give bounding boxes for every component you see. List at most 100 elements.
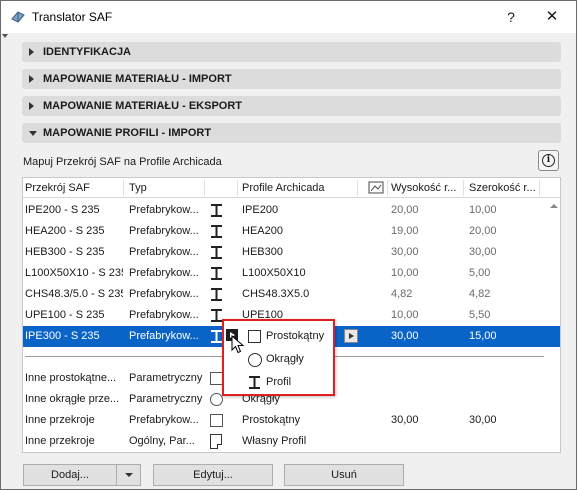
table-row[interactable]: IPE200 - S 235 Prefabrykow... IPE200 20,… <box>23 200 560 221</box>
cell-type: Prefabrykow... <box>129 288 199 300</box>
section-label: MAPOWANIE PROFILI - IMPORT <box>43 127 212 139</box>
cell-type: Prefabrykow... <box>129 204 199 216</box>
i-beam-profile-icon <box>211 204 222 217</box>
cell-saf: Inne przekroje <box>25 414 95 426</box>
info-button[interactable]: i <box>538 150 559 171</box>
chevron-right-icon <box>29 75 34 83</box>
section-material-import[interactable]: MAPOWANIE MATERIAŁU - IMPORT <box>22 69 561 89</box>
column-header-saf[interactable]: Przekrój SAF <box>25 182 90 194</box>
i-beam-profile-icon <box>211 246 222 259</box>
column-separator <box>357 180 358 196</box>
profile-picker-arrow-button[interactable] <box>344 329 358 343</box>
cell-width: 5,00 <box>469 267 491 279</box>
column-header-width[interactable]: Szerokość r... <box>469 182 536 194</box>
popup-item-label: Okrągły <box>266 353 304 365</box>
column-separator <box>237 180 238 196</box>
cell-saf: CHS48.3/5.0 - S 235 <box>25 288 123 300</box>
cell-height: 4,82 <box>391 288 413 300</box>
profile-mapping-table: Przekrój SAF Typ Profile Archicada Wysok… <box>22 177 561 453</box>
section-label: MAPOWANIE MATERIAŁU - IMPORT <box>43 73 232 85</box>
cell-width: 10,00 <box>469 204 497 216</box>
column-header-type[interactable]: Typ <box>129 182 147 194</box>
cell-type: Parametryczny <box>129 372 203 384</box>
cell-type: Ogólny, Par... <box>129 435 195 447</box>
table-row[interactable]: CHS48.3/5.0 - S 235 Prefabrykow... CHS48… <box>23 284 560 305</box>
cell-width: 30,00 <box>469 246 497 258</box>
rectangle-profile-icon <box>210 414 223 427</box>
cell-archicad: L100X50X10 <box>242 267 306 279</box>
i-beam-profile-icon <box>211 288 222 301</box>
column-separator <box>123 180 124 196</box>
section-identyfikacja[interactable]: IDENTYFIKACJA <box>22 42 561 62</box>
cell-height: 30,00 <box>391 330 419 342</box>
remove-button[interactable]: Usuń <box>284 464 404 486</box>
table-row[interactable]: Inne przekroje Prefabrykow... Prostokątn… <box>23 410 560 431</box>
cell-type: Prefabrykow... <box>129 309 199 321</box>
chevron-down-icon <box>125 473 133 477</box>
cell-type: Parametryczny <box>129 393 203 405</box>
table-row[interactable]: HEA200 - S 235 Prefabrykow... HEA200 19,… <box>23 221 560 242</box>
cell-width: 4,82 <box>469 288 491 300</box>
table-row[interactable]: HEB300 - S 235 Prefabrykow... HEB300 30,… <box>23 242 560 263</box>
column-separator <box>539 180 540 196</box>
square-icon <box>248 330 261 343</box>
cell-archicad: Prostokątny <box>242 414 301 426</box>
cell-saf: UPE100 - S 235 <box>25 309 105 321</box>
profile-mapping-subtitle: Mapuj Przekrój SAF na Profile Archicada <box>23 156 222 168</box>
section-profile-import[interactable]: MAPOWANIE PROFILI - IMPORT <box>22 123 561 143</box>
cell-archicad: CHS48.3X5.0 <box>242 288 310 300</box>
cell-width: 15,00 <box>469 330 497 342</box>
popup-item-label: Prostokątny <box>266 330 325 342</box>
cell-height: 20,00 <box>391 204 419 216</box>
translator-app-icon <box>11 11 25 23</box>
cell-saf: Inne przekroje <box>25 435 95 447</box>
profile-library-icon[interactable] <box>368 181 384 194</box>
popup-item-label: Profil <box>266 376 292 388</box>
custom-profile-icon <box>210 434 222 449</box>
cell-type: Prefabrykow... <box>129 225 199 237</box>
table-row[interactable]: Inne przekroje Ogólny, Par... Własny Pro… <box>23 431 560 452</box>
chevron-down-icon <box>29 131 37 136</box>
cell-height: 19,00 <box>391 225 419 237</box>
column-header-archicad[interactable]: Profile Archicada <box>242 182 325 194</box>
popup-item-profile[interactable]: Profil <box>224 372 333 393</box>
cell-height: 10,00 <box>391 309 419 321</box>
close-button[interactable]: ✕ <box>534 5 570 29</box>
add-button[interactable]: Dodaj... <box>23 464 117 486</box>
cell-height: 30,00 <box>391 414 419 426</box>
column-separator <box>204 180 205 196</box>
cell-type: Prefabrykow... <box>129 246 199 258</box>
cell-width: 20,00 <box>469 225 497 237</box>
cell-saf: L100X50X10 - S 235 <box>25 267 123 279</box>
cell-archicad: HEB300 <box>242 246 283 258</box>
cell-saf: Inne prostokątne... <box>25 372 117 384</box>
cell-saf: Inne okrągłe prze... <box>25 393 120 405</box>
table-row[interactable]: L100X50X10 - S 235 Prefabrykow... L100X5… <box>23 263 560 284</box>
translator-saf-dialog: Translator SAF ? ✕ IDENTYFIKACJA MAPOWAN… <box>0 0 577 490</box>
cell-height: 10,00 <box>391 267 419 279</box>
cell-type: Prefabrykow... <box>129 330 199 342</box>
info-icon: i <box>542 154 555 167</box>
help-button[interactable]: ? <box>495 5 527 29</box>
chevron-right-icon <box>29 102 34 110</box>
cell-saf: IPE200 - S 235 <box>25 204 100 216</box>
section-material-export[interactable]: MAPOWANIE MATERIAŁU - EKSPORT <box>22 96 561 116</box>
table-header: Przekrój SAF Typ Profile Archicada Wysok… <box>23 178 560 198</box>
mouse-cursor-icon <box>231 335 245 354</box>
cell-saf: HEA200 - S 235 <box>25 225 105 237</box>
cell-width: 5,50 <box>469 309 491 321</box>
i-beam-profile-icon <box>211 225 222 238</box>
cell-saf: IPE300 - S 235 <box>25 330 100 342</box>
add-dropdown-button[interactable] <box>116 464 141 486</box>
column-separator <box>387 180 388 196</box>
column-separator <box>463 180 464 196</box>
circle-icon <box>248 353 262 367</box>
cell-saf: HEB300 - S 235 <box>25 246 105 258</box>
window-menu-marker-icon <box>2 34 8 38</box>
cell-height: 30,00 <box>391 246 419 258</box>
section-label: IDENTYFIKACJA <box>43 46 132 58</box>
edit-button[interactable]: Edytuj... <box>153 464 273 486</box>
column-header-height[interactable]: Wysokość r... <box>391 182 456 194</box>
section-label: MAPOWANIE MATERIAŁU - EKSPORT <box>43 100 243 112</box>
title-bar: Translator SAF ? ✕ <box>1 1 576 33</box>
